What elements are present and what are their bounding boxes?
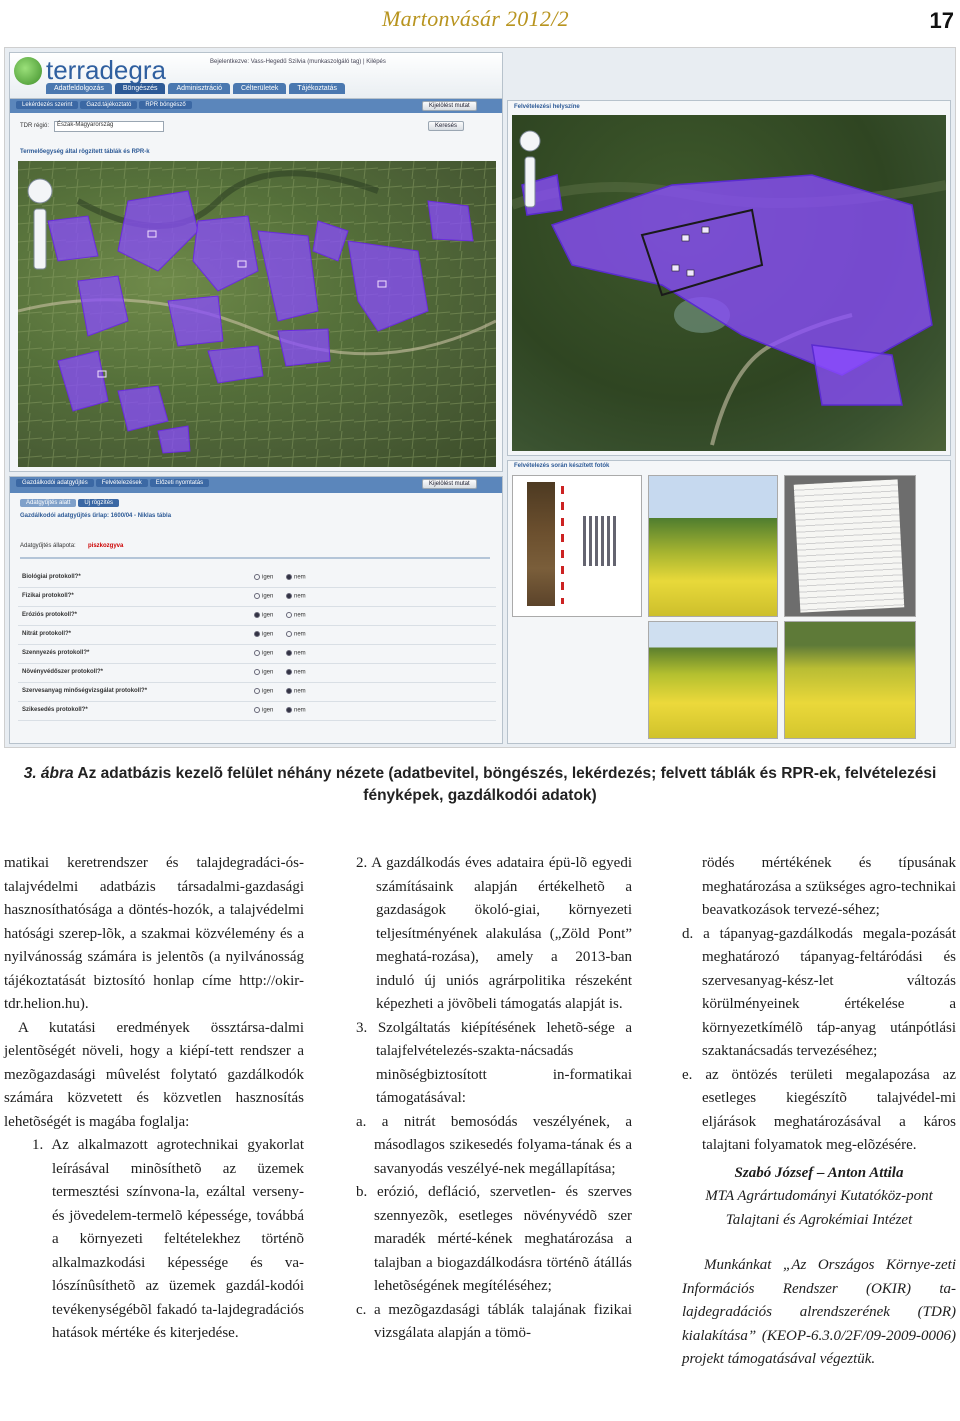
rapeseed-field-photo-1[interactable] xyxy=(648,475,778,617)
progress-line xyxy=(20,557,490,559)
parcel-overlay xyxy=(18,161,496,467)
tdr-search-button[interactable]: Keresés xyxy=(428,121,465,131)
figure-screenshot-collage: terradegra Bejelentkezve: Vass-Hegedű Sz… xyxy=(4,47,956,748)
paragraph: matikai keretrendszer és talajdegradáci-… xyxy=(4,855,304,1012)
acknowledgement: Munkánkat „Az Országos Környe-zeti Infor… xyxy=(682,1257,956,1367)
radio-yes[interactable]: igen xyxy=(254,707,273,714)
protocol-row: Növényvédőszer protokoll?* igen nem xyxy=(18,664,496,683)
tdr-label: TDR régió: xyxy=(20,123,50,129)
protocol-row: Nitrát protokoll?* igen nem xyxy=(18,626,496,645)
list-item: 1. Az alkalmazott agrotechnikai gyakorla… xyxy=(32,1137,304,1341)
figure-caption: 3. ábra Az adatbázis kezelõ felület néhá… xyxy=(0,763,960,807)
rapeseed-field-photo-3[interactable] xyxy=(784,621,916,739)
page-number: 17 xyxy=(929,8,954,33)
farmer-form-screenshot: Gazdálkodói adatgyűjtés Felvételezések E… xyxy=(9,476,503,744)
tab-elozeti[interactable]: Előzeti nyomtatás xyxy=(149,479,210,487)
text-column-1: matikai keretrendszer és talajdegradáci-… xyxy=(4,852,304,1346)
user-info: Bejelentkezve: Vass-Hegedű Szilvia (munk… xyxy=(210,59,386,65)
document-photo[interactable] xyxy=(784,475,916,617)
page-header: Martonvásár 2012/2 17 xyxy=(0,6,960,42)
radio-no[interactable]: nem xyxy=(286,688,306,695)
aerial-map-right[interactable] xyxy=(512,115,946,451)
tab-adminisztracio[interactable]: Adminisztráció xyxy=(168,83,230,94)
form-title: Gazdálkodói adatgyűjtés űrlap: 1600/04 -… xyxy=(20,513,172,519)
protocol-list: Biológiai protokoll?* igen nem Fizikai p… xyxy=(18,569,496,721)
journal-brand: Martonvásár 2012/2 xyxy=(382,6,569,31)
rapeseed-field-photo-2[interactable] xyxy=(648,621,778,739)
app-logo-text: terradegra xyxy=(46,55,166,85)
soil-profile-photo[interactable] xyxy=(512,475,642,617)
form-tabs: Gazdálkodói adatgyűjtés Felvételezések E… xyxy=(16,479,210,487)
photos-title: Felvételezés során készített fotók xyxy=(514,463,610,469)
protocol-row: Szikesedés protokoll?* igen nem xyxy=(18,702,496,721)
protocol-row: Szennyezés protokoll?* igen nem xyxy=(18,645,496,664)
app-header: terradegra Bejelentkezve: Vass-Hegedű Sz… xyxy=(10,53,502,99)
figure-caption-text: Az adatbázis kezelõ felület néhány nézet… xyxy=(73,765,937,804)
list-item: 2. A gazdálkodás éves adataira épü-lõ eg… xyxy=(356,855,632,1012)
radio-yes[interactable]: igen xyxy=(254,612,273,619)
map-browser-screenshot: terradegra Bejelentkezve: Vass-Hegedű Sz… xyxy=(9,52,503,472)
radio-no[interactable]: nem xyxy=(286,631,306,638)
radio-no[interactable]: nem xyxy=(286,593,306,600)
right-map-title: Felvételezési helyszíne xyxy=(514,104,580,110)
radio-no[interactable]: nem xyxy=(286,669,306,676)
tab-felvetelezesek[interactable]: Felvételezések xyxy=(95,479,148,487)
affiliation: MTA Agrártudományi Kutatóköz-pont Talajt… xyxy=(705,1188,933,1228)
radio-yes[interactable]: igen xyxy=(254,631,273,638)
field-overlay xyxy=(512,130,946,446)
main-tabs: Adatfeldolgozás Böngészés Adminisztráció… xyxy=(46,83,346,94)
protocol-row: Szervesanyag minőségvizsgálat protokoll?… xyxy=(18,683,496,702)
figure-label: 3. ábra xyxy=(23,765,74,782)
radio-yes[interactable]: igen xyxy=(254,593,273,600)
show-selection-button[interactable]: Kijelölést mutat xyxy=(422,101,477,111)
aerial-map-left[interactable] xyxy=(18,161,496,467)
tab-gazdalkodoi[interactable]: Gazdálkodói adatgyűjtés xyxy=(16,479,94,487)
sub-tabs: Lekérdezés szerint Gazd.tájékoztató RPR … xyxy=(16,101,192,109)
subtab-uj-rogzites[interactable]: Új rögzítés xyxy=(78,499,120,507)
tab-bongeszes[interactable]: Böngészés xyxy=(114,83,166,94)
list-item: e. az öntözés területi megalapozása az e… xyxy=(682,1066,956,1154)
radio-no[interactable]: nem xyxy=(286,650,306,657)
radio-no[interactable]: nem xyxy=(286,612,306,619)
radio-yes[interactable]: igen xyxy=(254,650,273,657)
form-subtabs: Adatgyűjtés alatt Új rögzítés xyxy=(20,499,120,507)
status-value: piszkozgyva xyxy=(88,543,124,549)
tab-celteruletek[interactable]: Célterületek xyxy=(232,83,287,94)
radio-yes[interactable]: igen xyxy=(254,688,273,695)
subtab-rpr[interactable]: RPR böngésző xyxy=(139,101,192,109)
list-item-continued: rödés mértékének és típusának meghatároz… xyxy=(702,855,956,918)
radio-yes[interactable]: igen xyxy=(254,574,273,581)
radio-no[interactable]: nem xyxy=(286,707,306,714)
subtab-lekerdezes[interactable]: Lekérdezés szerint xyxy=(16,101,79,109)
tdr-region-select[interactable]: Észak-Magyarország xyxy=(54,121,164,132)
field-detail-screenshot: Felvételezési helyszíne xyxy=(507,100,951,456)
text-column-3: rödés mértékének és típusának meghatároz… xyxy=(682,852,956,1372)
radio-no[interactable]: nem xyxy=(286,574,306,581)
authors: Szabó József – Anton Attila xyxy=(734,1164,904,1181)
left-map-title: Termelőegység által rögzített táblák és … xyxy=(20,149,150,155)
form-show-selection-button[interactable]: Kijelölést mutat xyxy=(422,479,477,489)
list-item: b. erózió, defláció, szervetlen- és szer… xyxy=(356,1184,632,1294)
protocol-row: Eróziós protokoll?* igen nem xyxy=(18,607,496,626)
field-photos-screenshot: Felvételezés során készített fotók xyxy=(507,460,951,744)
tab-adatfeldolgozas[interactable]: Adatfeldolgozás xyxy=(46,83,112,94)
list-item: a. a nitrát bemosódás veszélyének, a más… xyxy=(356,1113,632,1177)
status-label: Adatgyűjtés állapota: xyxy=(20,543,76,549)
tab-tajekoztatas[interactable]: Tájékoztatás xyxy=(289,83,346,94)
list-item: d. a tápanyag-gazdálkodás megala-pozását… xyxy=(682,925,956,1060)
protocol-row: Biológiai protokoll?* igen nem xyxy=(18,569,496,588)
radio-yes[interactable]: igen xyxy=(254,669,273,676)
paragraph: A kutatási eredmények össztársa-dalmi je… xyxy=(4,1019,304,1130)
protocol-row: Fizikai protokoll?* igen nem xyxy=(18,588,496,607)
text-column-2: 2. A gazdálkodás éves adataira épü-lõ eg… xyxy=(356,852,632,1346)
list-item: c. a mezõgazdasági táblák talajának fizi… xyxy=(356,1301,632,1342)
subtab-gazd[interactable]: Gazd.tájékoztató xyxy=(80,101,138,109)
subtab-adatgyujtes[interactable]: Adatgyűjtés alatt xyxy=(20,499,77,507)
list-item: 3. Szolgáltatás kiépítésének lehetõ-sége… xyxy=(356,1019,632,1107)
terradegra-logo-icon xyxy=(14,57,42,85)
